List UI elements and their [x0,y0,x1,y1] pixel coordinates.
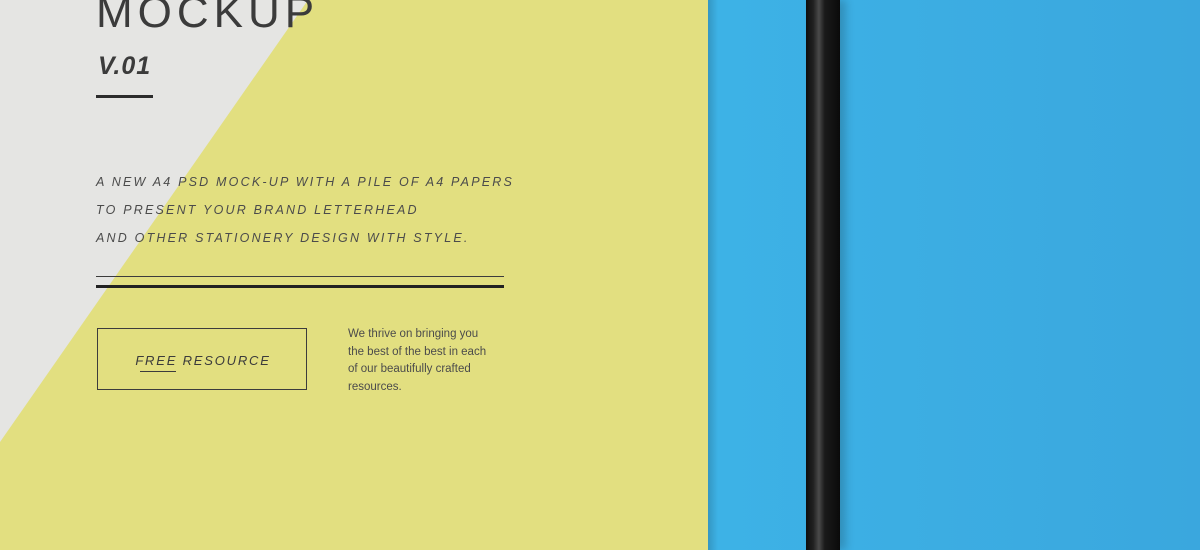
mockup-title: MOCKUP [96,0,320,37]
title-underline [96,95,153,98]
divider-thick [96,285,504,288]
yellow-paper-sheet [0,0,708,550]
description-line-2: TO PRESENT YOUR BRAND LETTERHEAD [96,203,419,217]
white-paper-corner [0,0,308,442]
blurb-text: We thrive on bringing you the best of th… [348,326,518,396]
free-resource-underline [140,371,176,372]
description-line-3: AND OTHER STATIONERY DESIGN WITH STYLE. [96,231,470,245]
free-resource-label: FREE RESOURCE [135,353,271,368]
version-label: V.01 [98,52,152,80]
blurb-line-2: the best of the best in each [348,345,487,358]
free-resource-button[interactable]: FREE RESOURCE [97,328,307,390]
blurb-line-4: resources. [348,380,402,393]
blurb-line-1: We thrive on bringing you [348,328,479,340]
mockup-scene: MOCKUP V.01 A NEW A4 PSD MOCK-UP WITH A … [0,0,1200,550]
black-pen [806,0,840,550]
blurb-line-3: of our beautifully crafted [348,363,471,375]
divider-thin [96,276,504,277]
description-line-1: A NEW A4 PSD MOCK-UP WITH A PILE OF A4 P… [96,175,515,189]
